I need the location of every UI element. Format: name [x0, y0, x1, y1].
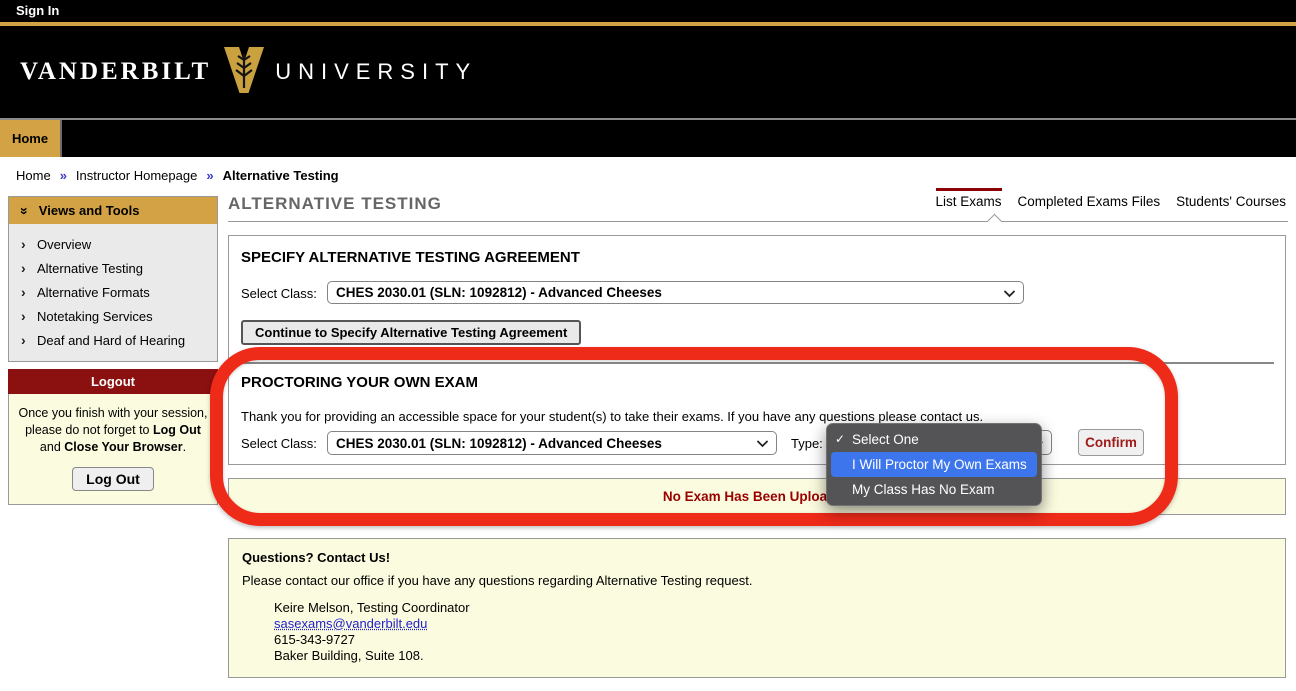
select-class-label: Select Class: [241, 436, 317, 451]
menu-option-label: My Class Has No Exam [852, 482, 995, 497]
select-class-label: Select Class: [241, 286, 317, 301]
logout-panel-body: Once you finish with your session, pleas… [8, 394, 218, 505]
contact-details: Keire Melson, Testing Coordinator sasexa… [274, 600, 470, 664]
breadcrumb: Home » Instructor Homepage » Alternative Tes… [16, 168, 339, 183]
page: Sign In VANDERBILT UNIVERSITY Home Home »… [0, 0, 1296, 691]
sidebar-item-deaf-and-hard-of-hearing[interactable]: › Deaf and Hard of Hearing [9, 328, 217, 352]
proctor-class-select-value: CHES 2030.01 (SLN: 1092812) - Advanced C… [336, 436, 662, 451]
section-tabs: List Exams Completed Exams Files Student… [936, 188, 1286, 209]
chevron-right-icon: › [21, 260, 37, 276]
class-select-value: CHES 2030.01 (SLN: 1092812) - Advanced C… [336, 285, 662, 300]
sidebar-item-alternative-formats[interactable]: › Alternative Formats [9, 280, 217, 304]
logout-message-line2: please do not forget to [25, 423, 153, 437]
page-title: ALTERNATIVE TESTING [228, 194, 442, 214]
checkmark-icon: ✓ [835, 427, 845, 452]
chevron-right-icon: › [21, 236, 37, 252]
chevron-down-icon [1004, 285, 1015, 300]
chevron-down-icon [757, 436, 768, 451]
primary-tabbar: Home [0, 120, 1296, 157]
contact-phone: 615-343-9727 [274, 632, 355, 647]
status-banner-text: No Exam Has Been Uploaded [663, 489, 851, 504]
type-select-dropdown-menu: ✓ Select One I Will Proctor My Own Exams… [826, 423, 1042, 506]
menu-option-label: I Will Proctor My Own Exams [852, 457, 1027, 472]
collapse-double-chevron-icon: » [17, 207, 33, 215]
sign-in-link[interactable]: Sign In [16, 3, 59, 18]
active-tab-notch [987, 214, 1003, 230]
title-divider [228, 221, 1288, 222]
class-select[interactable]: CHES 2030.01 (SLN: 1092812) - Advanced C… [327, 281, 1024, 304]
alternative-testing-panel: SPECIFY ALTERNATIVE TESTING AGREEMENT Se… [228, 235, 1286, 465]
vanderbilt-wordmark: VANDERBILT [20, 58, 211, 86]
proctor-class-select[interactable]: CHES 2030.01 (SLN: 1092812) - Advanced C… [327, 431, 777, 455]
logout-message-period: . [183, 440, 186, 454]
chevron-right-icon: › [21, 284, 37, 300]
contact-panel: Questions? Contact Us! Please contact ou… [228, 538, 1286, 678]
menu-option-label: Select One [852, 432, 919, 447]
logout-message-bold: Log Out [153, 423, 201, 437]
views-and-tools-list: › Overview › Alternative Testing › Alter… [9, 224, 217, 361]
tab-home[interactable]: Home [0, 120, 62, 157]
chevron-right-icon: › [21, 308, 37, 324]
contact-heading: Questions? Contact Us! [242, 550, 390, 565]
sidebar-item-alternative-testing[interactable]: › Alternative Testing [9, 256, 217, 280]
sidebar-item-label: Notetaking Services [37, 309, 153, 324]
menu-option-my-class-has-no-exam[interactable]: My Class Has No Exam [827, 477, 1041, 502]
continue-to-specify-agreement-button[interactable]: Continue to Specify Alternative Testing … [241, 320, 581, 345]
sidebar-item-label: Alternative Testing [37, 261, 143, 276]
contact-address: Baker Building, Suite 108. [274, 648, 424, 663]
section-divider [241, 362, 1274, 364]
sidebar-item-label: Alternative Formats [37, 285, 150, 300]
vanderbilt-v-logo-icon [223, 46, 265, 99]
proctoring-description: Thank you for providing an accessible sp… [241, 409, 983, 424]
tab-completed-exams-files[interactable]: Completed Exams Files [1018, 188, 1161, 209]
views-and-tools-header[interactable]: » Views and Tools [9, 197, 217, 224]
breadcrumb-separator-icon: » [206, 168, 213, 183]
tab-list-exams[interactable]: List Exams [936, 188, 1002, 209]
sidebar-item-label: Overview [37, 237, 91, 252]
status-banner: No Exam Has Been Uploaded [228, 478, 1286, 515]
chevron-right-icon: › [21, 332, 37, 348]
views-and-tools-panel: » Views and Tools › Overview › Alternati… [8, 196, 218, 362]
masthead: VANDERBILT UNIVERSITY [0, 26, 1296, 118]
sidebar-item-label: Deaf and Hard of Hearing [37, 333, 185, 348]
views-and-tools-label: Views and Tools [39, 203, 140, 218]
contact-email-link[interactable]: sasexams@vanderbilt.edu [274, 616, 427, 631]
sidebar-item-notetaking-services[interactable]: › Notetaking Services [9, 304, 217, 328]
logout-message-line3: and [40, 440, 64, 454]
logout-panel-header: Logout [8, 369, 218, 394]
breadcrumb-separator-icon: » [60, 168, 67, 183]
logout-message-line1: Once you finish with your session, [19, 406, 208, 420]
signin-bar: Sign In [0, 0, 1296, 22]
breadcrumb-home[interactable]: Home [16, 168, 51, 183]
sidebar-item-overview[interactable]: › Overview [9, 232, 217, 256]
menu-option-i-will-proctor-my-own-exams[interactable]: I Will Proctor My Own Exams [831, 452, 1037, 477]
tab-students-courses[interactable]: Students' Courses [1176, 188, 1286, 209]
logout-panel: Logout Once you finish with your session… [8, 369, 218, 505]
breadcrumb-current-page: Alternative Testing [223, 168, 339, 183]
specify-agreement-heading: SPECIFY ALTERNATIVE TESTING AGREEMENT [241, 249, 580, 266]
logout-message-bold: Close Your Browser [64, 440, 182, 454]
breadcrumb-instructor-homepage[interactable]: Instructor Homepage [76, 168, 197, 183]
contact-body-text: Please contact our office if you have an… [242, 573, 752, 588]
type-label: Type: [791, 436, 823, 451]
contact-name: Keire Melson, Testing Coordinator [274, 600, 470, 615]
menu-option-select-one[interactable]: ✓ Select One [827, 427, 1041, 452]
confirm-button[interactable]: Confirm [1078, 429, 1144, 456]
university-wordmark: UNIVERSITY [275, 59, 477, 85]
proctoring-heading: PROCTORING YOUR OWN EXAM [241, 374, 478, 391]
log-out-button[interactable]: Log Out [72, 467, 154, 491]
